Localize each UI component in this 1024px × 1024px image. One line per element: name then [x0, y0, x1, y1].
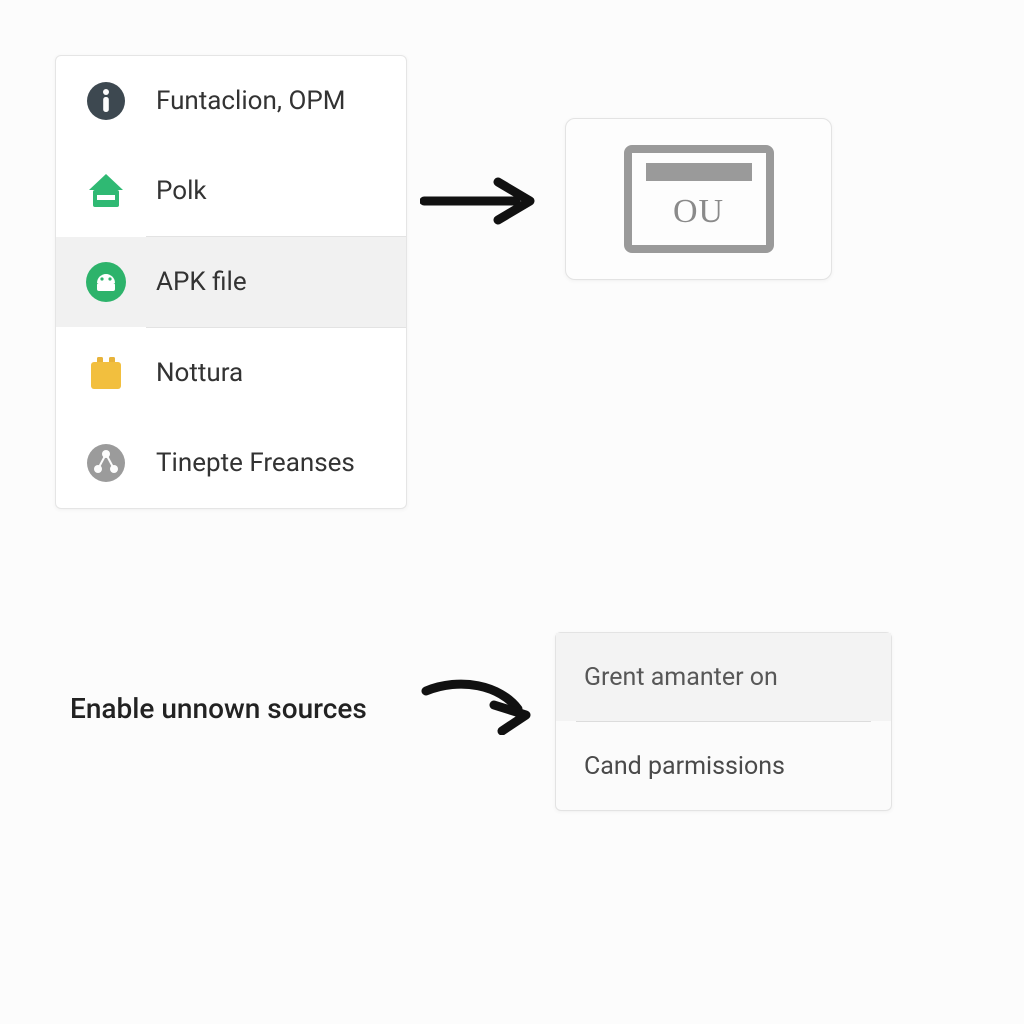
menu-item-apk-file[interactable]: APK file: [56, 237, 406, 327]
nodes-circle-icon: [84, 441, 128, 485]
menu-item-label: Nottura: [156, 358, 243, 388]
perm-item-label: Cand parmissions: [584, 752, 785, 781]
credit-card-icon: OU: [624, 145, 774, 253]
perm-item-cand[interactable]: Cand parmissions: [556, 722, 891, 810]
file-options-menu: Funtaclion, OPM Polk APK file: [55, 55, 407, 509]
android-circle-icon: [84, 260, 128, 304]
menu-item-label: Tinepte Freanses: [156, 448, 355, 478]
result-card-label: OU: [632, 193, 766, 231]
arrow-right-icon: [420, 176, 540, 226]
menu-item-label: APK file: [156, 267, 247, 297]
perm-item-grent[interactable]: Grent amanter on: [556, 633, 891, 721]
menu-item-nottura[interactable]: Nottura: [56, 328, 406, 418]
arrow-curved-right-icon: [420, 675, 535, 735]
info-circle-icon: [84, 79, 128, 123]
menu-item-label: Funtaclion, OPM: [156, 86, 345, 116]
perm-item-label: Grent amanter on: [584, 663, 778, 692]
menu-item-label: Polk: [156, 176, 207, 206]
result-card: OU: [565, 118, 832, 280]
folder-orange-icon: [84, 351, 128, 395]
menu-item-tinepte[interactable]: Tinepte Freanses: [56, 418, 406, 508]
menu-item-funtaclion[interactable]: Funtaclion, OPM: [56, 56, 406, 146]
home-green-icon: [84, 169, 128, 213]
enable-unknown-sources-label: Enable unnown sources: [70, 692, 367, 725]
permissions-card: Grent amanter on Cand parmissions: [555, 632, 892, 811]
menu-item-polk[interactable]: Polk: [56, 146, 406, 236]
